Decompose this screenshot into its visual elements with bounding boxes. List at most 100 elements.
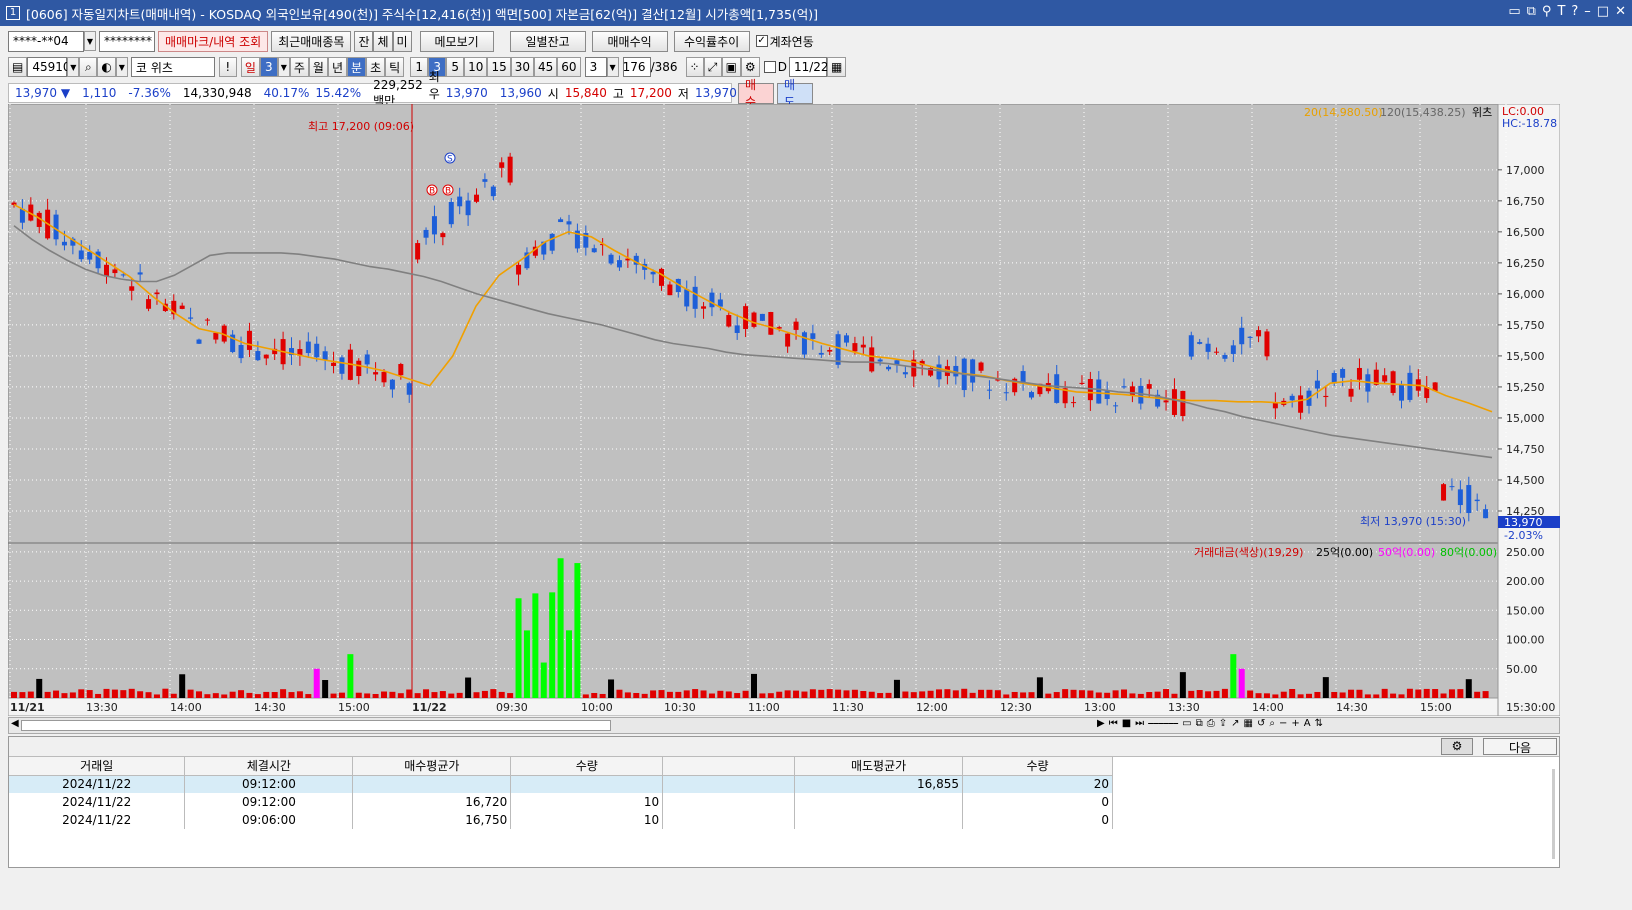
monthly-button[interactable]: 월 [308,57,328,77]
scroll-left-icon[interactable]: ◀ [11,718,19,729]
interval-5-button[interactable]: 5 [446,57,465,77]
scroll-thumb[interactable] [21,720,611,731]
font-size-icon[interactable]: A [1304,718,1311,729]
candle-body [339,357,345,374]
grid-icon[interactable]: ▦ [1244,718,1253,729]
quote-box: 13,970 ▼ 1,110 -7.36% 14,330,948 40.17% … [8,70,737,118]
table-row[interactable]: 2024/11/22 09:12:00 16,855 20 [9,775,1113,793]
table-cell: 16,750 [352,811,512,829]
trade-profit-button[interactable]: 매매수익 [591,30,668,52]
chart-scrollbar[interactable]: ◀ ▶ ⏮ ■ ⏭ ⎯⎯⎯⎯⎯⎯ ▭ ⧉ ⎙ ⇪ ↗ ▦ ↺ ⌕ − + A ⇅ [8,717,1560,734]
volume-legend-b: 50억(0.00) [1378,546,1435,559]
scatter-icon[interactable]: ⁘ [685,57,704,77]
minute-button[interactable]: 분 [347,57,367,77]
yearly-button[interactable]: 년 [327,57,348,77]
table-row[interactable]: 2024/11/22 09:06:00 16,750 10 0 [9,811,1113,829]
interval-30-button[interactable]: 30 [510,57,534,77]
jan-button[interactable]: 잔 [354,30,374,52]
restore-layout-icon[interactable]: ▭ [1508,4,1520,19]
daily-balance-button[interactable]: 일별잔고 [509,30,586,52]
maximize-icon[interactable]: □ [1597,4,1609,19]
checkbox-checked-icon[interactable]: ✓ [755,35,768,47]
count-dropdown-icon[interactable]: ▼ [606,57,619,77]
stop-icon[interactable]: ■ [1122,718,1131,729]
alert-button[interactable]: ! [218,57,237,77]
date-checkbox[interactable] [763,61,776,73]
account-field[interactable]: ****-**04 [8,30,84,52]
next-button[interactable]: 다음 [1483,738,1557,755]
profit-rate-button[interactable]: 수익률추이 [673,30,750,52]
search-icon[interactable]: ⌕ [79,57,98,77]
second-button[interactable]: 초 [366,57,386,77]
password-field[interactable]: ******** [99,30,155,52]
weekly-button[interactable]: 주 [289,57,309,77]
table-settings-gear-icon[interactable]: ⚙ [1441,738,1473,755]
forward-icon[interactable]: ⏭ [1135,718,1144,729]
daily-button[interactable]: 일 [240,57,260,77]
play-icon[interactable]: ▶ [1097,718,1105,729]
print-icon[interactable]: ⎙ [1207,718,1215,729]
copy-icon[interactable]: ⧉ [1527,4,1536,19]
stock-code-field[interactable]: 459100 [27,57,78,77]
recent-trades-button[interactable]: 최근매매종목 [271,30,352,52]
plus-icon[interactable]: + [1291,718,1299,729]
count-field[interactable]: 3 [584,57,607,77]
close-icon[interactable]: ✕ [1615,4,1626,19]
interval-10-button[interactable]: 10 [464,57,488,77]
interval-60-button[interactable]: 60 [557,57,581,77]
candle-body [246,330,252,350]
reset-icon[interactable]: ↺ [1257,718,1265,729]
page-field[interactable]: 176 [622,57,651,77]
trend-icon[interactable]: ↗ [1231,718,1239,729]
chart-area[interactable]: 17,000 16,750 16,500 16,250 16,000 15,750 15,5… [8,104,1560,716]
period-dropdown-icon[interactable]: ▼ [277,57,290,77]
help-icon[interactable]: ? [1571,4,1578,19]
calendar-icon[interactable]: ▦ [826,57,847,77]
candle-body [759,313,765,321]
account-link-toggle[interactable]: ✓ 계좌연동 [755,33,814,50]
font-icon[interactable]: T [1557,4,1565,19]
interval-1-button[interactable]: 1 [410,57,429,77]
volume-bar [549,592,556,698]
price-volume-chart[interactable]: 17,000 16,750 16,500 16,250 16,000 15,750 15,5… [8,104,1560,716]
che-button[interactable]: 체 [373,30,393,52]
code-dropdown-icon[interactable]: ▼ [67,57,80,77]
trade-mark-button[interactable]: 매매마크/내역 조회 [158,30,269,52]
interval-15-button[interactable]: 15 [487,57,511,77]
tick-button[interactable]: 틱 [385,57,405,77]
window-icon[interactable]: ▭ [1182,718,1191,729]
zoom-icon[interactable]: ⌕ [1269,718,1275,729]
rewind-icon[interactable]: ⏮ [1109,718,1118,729]
save-icon[interactable]: ▣ [721,57,741,77]
settings-gear-icon[interactable]: ⚙ [740,57,760,77]
candle-body [1239,327,1245,345]
interval-45-button[interactable]: 45 [534,57,558,77]
table-scrollbar[interactable] [1552,769,1555,859]
volume-bar [1457,689,1464,698]
volume-bar [238,690,245,698]
copy-icon[interactable]: ⧉ [1196,718,1203,729]
buy-button[interactable]: 매수 [738,78,774,109]
memo-button[interactable]: 메모보기 [419,30,494,52]
arrow-icon[interactable]: ⇅ [1315,718,1323,729]
bid-price: 13,960 [499,86,542,100]
open-price: 15,840 [564,86,607,100]
stock-name-field[interactable]: 코 위츠 [130,57,215,77]
table-row[interactable]: 2024/11/22 09:12:00 16,720 10 0 [9,793,1113,811]
minus-icon[interactable]: − [1279,718,1287,729]
speaker-icon[interactable]: ◐ [97,57,116,77]
speaker-dropdown-icon[interactable]: ▼ [115,57,128,77]
volume-bar [1348,689,1355,698]
volume-bar [355,692,362,698]
date-field[interactable]: 11/22 [788,57,829,77]
zoom-slider[interactable]: ⎯⎯⎯⎯⎯⎯ [1148,718,1178,729]
period-number[interactable]: 3 [259,57,278,77]
draw-icon[interactable]: ⤢ [703,57,722,77]
layout-icon[interactable]: ▤ [8,57,28,77]
account-dropdown-icon[interactable]: ▼ [84,31,96,51]
mi-button[interactable]: 미 [392,30,412,52]
minimize-icon[interactable]: – [1584,4,1591,19]
pin-icon[interactable]: ⚲ [1542,4,1552,19]
sell-button[interactable]: 매도 [777,78,813,109]
export-icon[interactable]: ⇪ [1219,718,1227,729]
